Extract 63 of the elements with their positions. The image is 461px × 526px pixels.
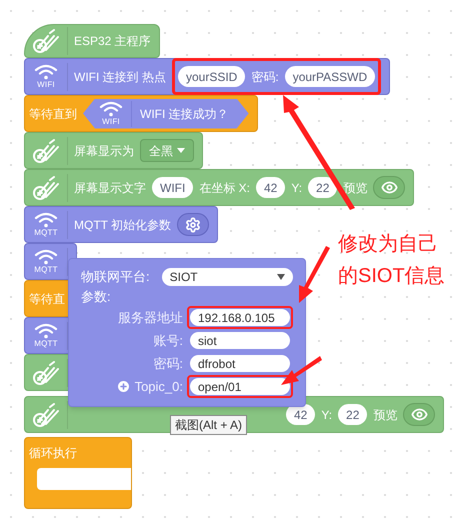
block-label: MQTT 初始化参数 [74, 216, 172, 234]
block-label: 屏幕显示为 [74, 142, 134, 160]
input-field[interactable]: 22 [308, 177, 338, 198]
add-icon[interactable] [116, 379, 131, 394]
block-label: Y: [321, 406, 332, 424]
block-label: 预览 [373, 406, 398, 424]
input-field[interactable]: dfrobot [190, 355, 290, 372]
code-block[interactable]: WIFI WIFI 连接到 热点 yourSSID 密码: yourPASSWD [24, 58, 390, 95]
field-label: 服务器地址 [118, 308, 183, 327]
wifi-icon [34, 323, 58, 339]
block-label: Y: [291, 180, 302, 196]
brush-icon [32, 138, 60, 164]
brush-icon [32, 28, 60, 54]
input-field[interactable]: 192.168.0.105 [190, 309, 290, 326]
brush-icon [32, 402, 60, 428]
platform-select[interactable]: SIOT [162, 268, 293, 286]
caret-icon [277, 274, 285, 280]
wifi-icon [99, 101, 123, 117]
caret-icon [177, 148, 185, 153]
annotation-text: 修改为自己 [338, 232, 439, 257]
block-label: ESP32 主程序 [74, 33, 151, 50]
icon-label: MQTT [34, 265, 58, 274]
platform-label: 物联网平台: [81, 268, 150, 286]
preview-button[interactable] [403, 403, 436, 426]
input-field[interactable]: 22 [338, 404, 368, 425]
block-label: WIFI 连接成功？ [140, 106, 229, 122]
input-field[interactable]: yourSSID [178, 66, 246, 87]
icon-label: WIFI [102, 117, 120, 126]
field-label: 账号: [153, 332, 183, 350]
block-label: 预览 [343, 180, 368, 196]
settings-button[interactable] [177, 213, 210, 236]
block-label: WIFI 连接到 热点 [74, 68, 166, 86]
icon-label: MQTT [34, 339, 58, 348]
icon-label: MQTT [34, 228, 58, 237]
wifi-icon [34, 64, 58, 80]
brush-icon [32, 174, 60, 200]
block-label: 密码: [251, 68, 279, 86]
brush-icon [32, 360, 60, 386]
preview-button[interactable] [373, 176, 406, 199]
input-field[interactable]: yourPASSWD [284, 66, 376, 87]
wifi-icon [34, 212, 58, 228]
block-label: 等待直到 [29, 106, 77, 122]
block-label: 循环执行 [29, 445, 77, 462]
wifi-icon [34, 249, 58, 265]
field-label: Topic_0: [134, 378, 183, 396]
params-label: 参数: [81, 288, 112, 306]
code-block[interactable]: 屏幕显示文字 WIFI 在坐标 X: 42 Y: 22 预览 [24, 169, 414, 206]
settings-icon [185, 216, 202, 232]
annotation-text: 的SIOT信息 [338, 264, 445, 289]
eye-icon [380, 179, 398, 196]
input-field[interactable]: siot [190, 332, 290, 349]
field-label: 密码: [153, 354, 183, 373]
input-field[interactable]: open/01 [190, 378, 290, 395]
eye-icon [410, 406, 428, 423]
tooltip: 截图(Alt + A) [170, 415, 248, 435]
input-field[interactable]: 42 [286, 404, 316, 425]
block-label: 等待直 [29, 290, 65, 308]
arrow [299, 246, 330, 303]
input-field[interactable]: 42 [256, 177, 286, 198]
input-field[interactable]: WIFI [152, 177, 194, 198]
block-label: 在坐标 X: [199, 180, 250, 196]
block-label: 屏幕显示文字 [74, 180, 146, 196]
icon-label: WIFI [37, 80, 55, 89]
